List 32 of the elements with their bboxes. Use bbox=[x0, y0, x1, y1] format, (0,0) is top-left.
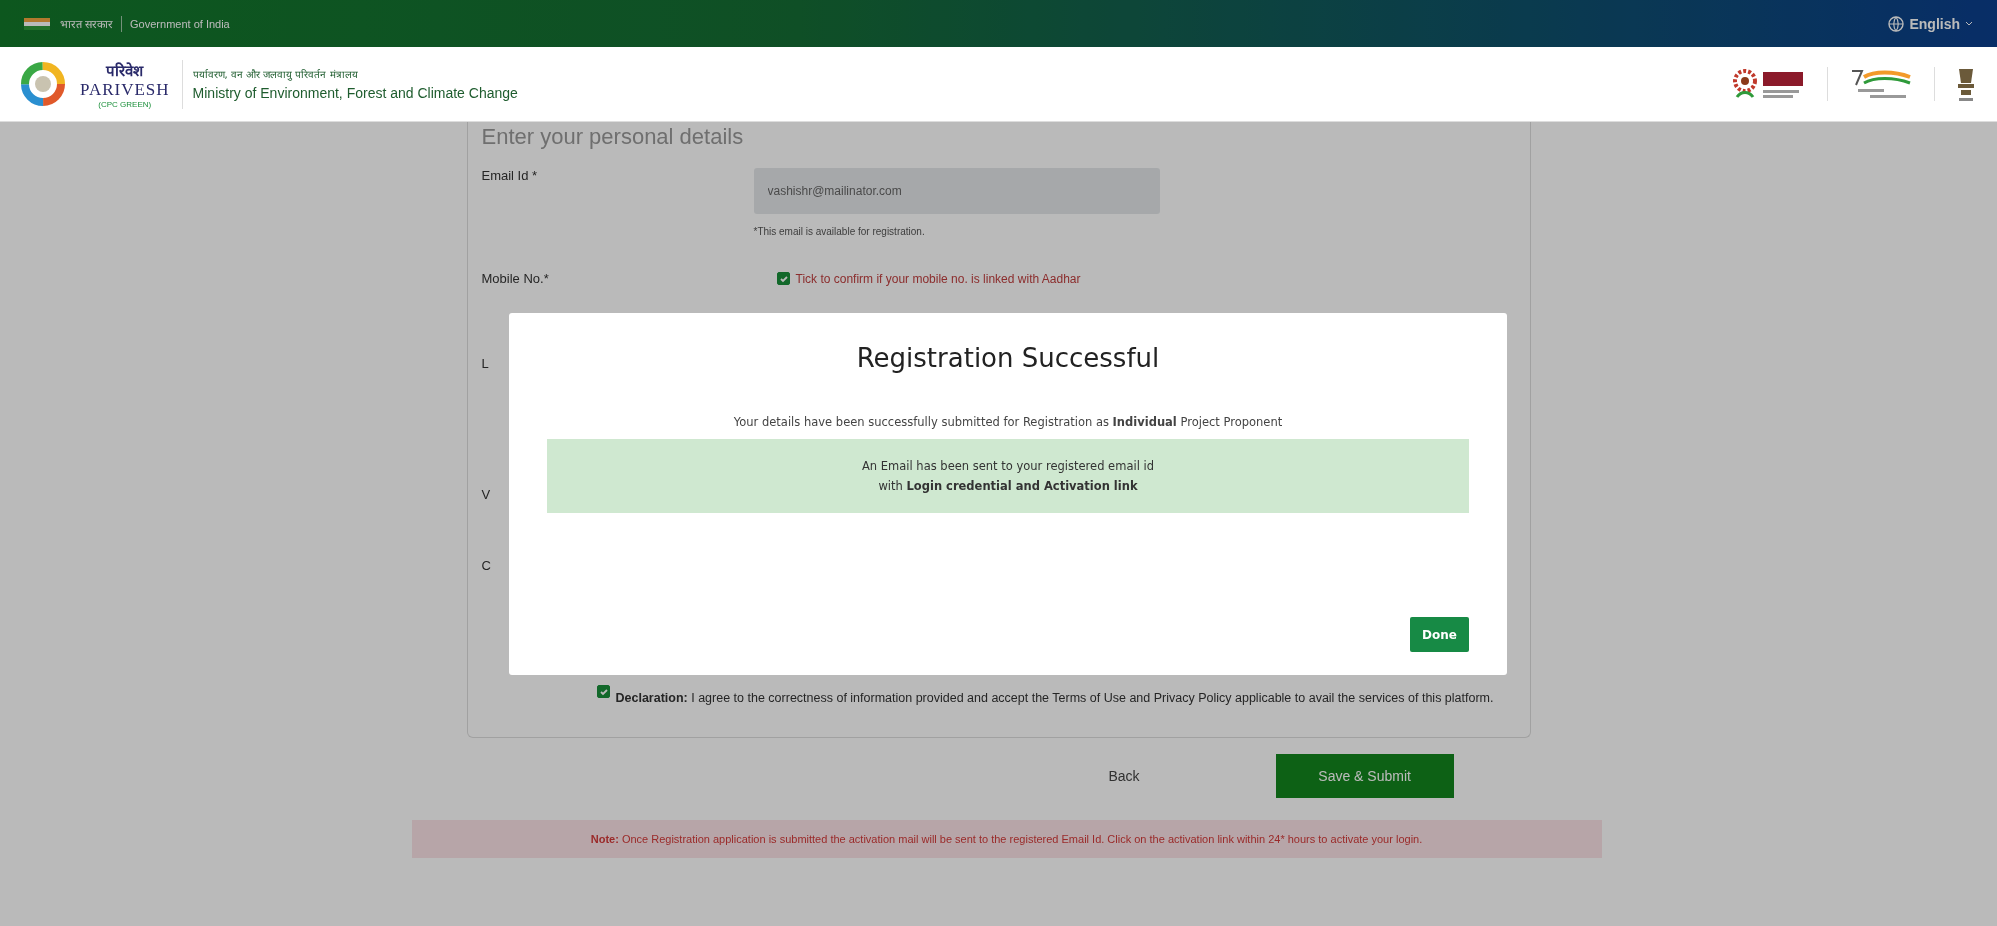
caret-icon bbox=[1965, 20, 1973, 27]
india-flag-icon bbox=[24, 17, 50, 30]
logo-name: PARIVESH bbox=[80, 79, 170, 100]
aadhar-confirm-label: Tick to confirm if your mobile no. is linked with Aadhar bbox=[795, 271, 1081, 286]
email-notice-text: with Login credential and Activation link bbox=[878, 479, 1138, 493]
language-dropdown[interactable]: English bbox=[1888, 15, 1973, 32]
registration-note: Note: Once Registration application is submitted the activation mail will be sent to the registered Email Id. Click on the activation link within 24* hours to activate your login. bbox=[411, 820, 1602, 858]
back-button[interactable]: Back bbox=[1098, 762, 1150, 790]
email-field[interactable]: vashishr@mailinator.com bbox=[753, 168, 1160, 214]
parivesh-ring-logo-icon bbox=[20, 61, 66, 107]
section-title: Enter your personal details bbox=[481, 124, 745, 150]
success-message: Your details have been successfully submitted for Registration as Individual Project Proponent bbox=[733, 415, 1283, 429]
ministry-hindi-name: पर्यावरण, वन और जलवायु परिवर्तन मंत्रालय bbox=[192, 68, 359, 81]
logo-hindi-text: परिवेश bbox=[106, 60, 144, 80]
gov-hindi-label: भारत सरकार bbox=[60, 17, 114, 31]
email-availability-text: *This email is available for registration. bbox=[753, 226, 926, 237]
save-submit-button[interactable]: Save & Submit bbox=[1275, 754, 1454, 798]
field-label: C bbox=[481, 558, 491, 573]
field-label: L bbox=[481, 356, 489, 371]
field-label: Email Id * bbox=[481, 168, 539, 183]
email-notice-text: An Email has been sent to your registered email id bbox=[862, 459, 1154, 473]
dialog-title: Registration Successful bbox=[856, 343, 1160, 373]
done-button[interactable]: Done bbox=[1410, 617, 1469, 652]
ministry-name: Ministry of Environment, Forest and Climate Change bbox=[192, 85, 518, 101]
field-label: Mobile No.* bbox=[481, 271, 550, 286]
checkbox[interactable] bbox=[776, 272, 790, 285]
globe-icon bbox=[1888, 15, 1905, 32]
gov-label: Government of India bbox=[130, 17, 230, 30]
declaration-text: Declaration: I agree to the correctness of information provided and accept the Terms of Use and Privacy Policy applicable to avail the services of this platform. bbox=[615, 690, 1494, 707]
checkbox[interactable] bbox=[596, 685, 610, 698]
logo-tagline: (CPC GREEN) bbox=[98, 99, 152, 109]
field-label: V bbox=[481, 487, 491, 502]
